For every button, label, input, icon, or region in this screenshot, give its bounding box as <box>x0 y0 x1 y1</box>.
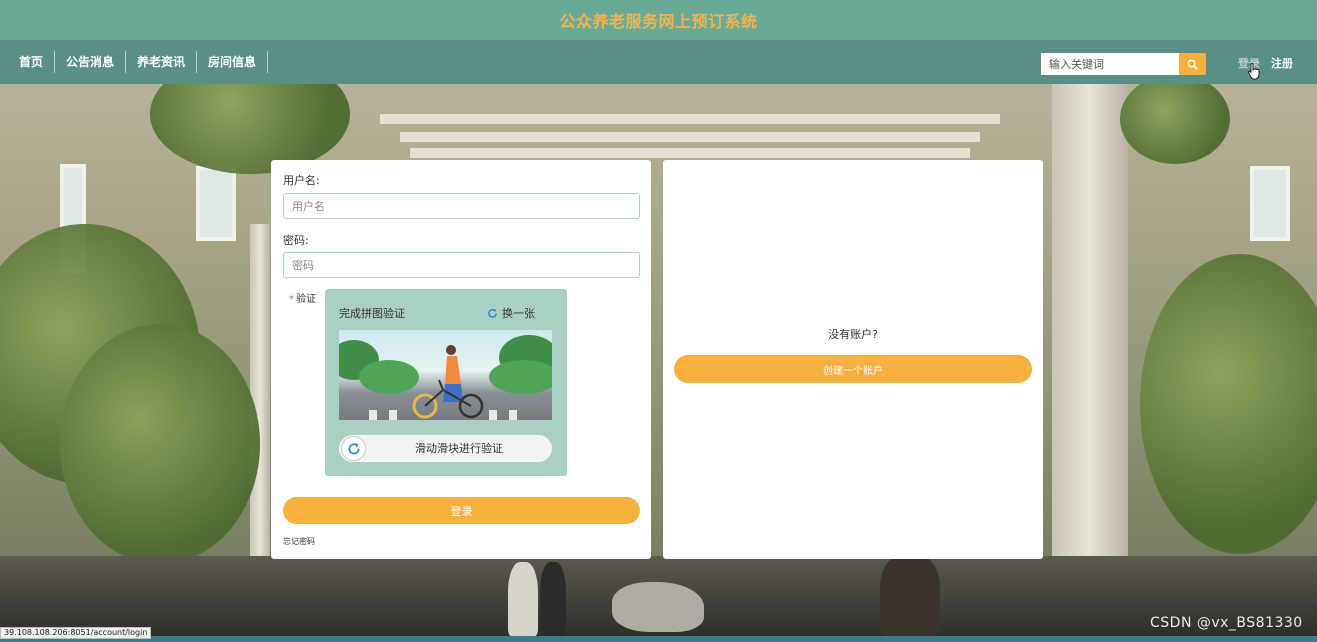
pillar <box>1052 84 1128 564</box>
watermark: CSDN @vx_BS81330 <box>1150 615 1303 631</box>
captcha-refresh-label: 换一张 <box>502 307 535 320</box>
cyclist-illustration <box>412 345 484 419</box>
window <box>196 166 236 241</box>
nav-item-home[interactable]: 首页 <box>8 51 56 73</box>
search-input[interactable] <box>1041 53 1179 75</box>
tree <box>1140 254 1317 554</box>
create-account-button[interactable]: 创建一个账户 <box>674 355 1032 383</box>
search-button[interactable] <box>1179 53 1206 75</box>
verify-label-text: 验证 <box>296 294 316 305</box>
nav-register-link[interactable]: 注册 <box>1271 53 1293 75</box>
search-icon <box>1187 59 1198 70</box>
password-input[interactable] <box>283 252 640 278</box>
search-box <box>1041 53 1206 75</box>
pergola-beam <box>410 148 970 158</box>
password-label: 密码: <box>283 234 309 247</box>
tree <box>489 360 552 394</box>
captcha-slider-handle[interactable] <box>341 436 366 461</box>
login-card: 用户名: 密码: *验证 完成拼图验证 换一张 <box>271 160 651 559</box>
pillar <box>250 224 270 564</box>
crosswalk-stripe <box>369 410 377 420</box>
required-star: * <box>289 294 294 305</box>
captcha-refresh-button[interactable]: 换一张 <box>487 305 535 321</box>
forgot-password-link[interactable]: 忘记密码 <box>283 536 315 547</box>
window <box>1250 166 1290 241</box>
bottom-strip <box>0 636 1317 642</box>
nav-bar: 首页 公告消息 养老资讯 房间信息 登录 注册 <box>0 40 1317 84</box>
tree <box>60 324 260 564</box>
hand-cursor-icon <box>1248 63 1260 80</box>
username-label: 用户名: <box>283 174 320 187</box>
tree <box>1120 84 1230 164</box>
caregiver-person <box>540 562 566 636</box>
garden-rock <box>612 582 704 632</box>
refresh-icon <box>348 442 359 454</box>
title-bar: 公众养老服务网上预订系统 <box>0 0 1317 40</box>
nav-menu: 首页 公告消息 养老资讯 房间信息 <box>8 40 269 84</box>
verify-label: * 验证 <box>289 290 316 305</box>
elderly-person <box>508 562 538 636</box>
nav-item-announcements[interactable]: 公告消息 <box>55 51 127 73</box>
crosswalk-stripe <box>509 410 517 420</box>
puzzle-captcha: 完成拼图验证 换一张 滑动滑块进行验证 <box>325 289 567 476</box>
login-button[interactable]: 登录 <box>283 497 640 524</box>
captcha-slider-track: 滑动滑块进行验证 <box>339 435 552 462</box>
no-account-text: 没有账户? <box>828 328 878 341</box>
captcha-puzzle-image <box>339 330 552 420</box>
crosswalk-stripe <box>389 410 397 420</box>
browser-status-url: 39.108.108.206:8051/account/login <box>0 627 152 639</box>
crosswalk-stripe <box>489 410 497 420</box>
username-input[interactable] <box>283 193 640 219</box>
nav-item-elderly-news[interactable]: 养老资讯 <box>126 51 198 73</box>
nav-item-room-info[interactable]: 房间信息 <box>197 51 269 73</box>
seated-person <box>880 554 940 636</box>
captcha-title: 完成拼图验证 <box>339 307 405 320</box>
pergola-beam <box>400 132 980 142</box>
captcha-slider-text: 滑动滑块进行验证 <box>415 442 503 455</box>
background-photo <box>0 84 1317 636</box>
register-card: 没有账户? 创建一个账户 <box>663 160 1043 559</box>
site-title: 公众养老服务网上预订系统 <box>559 12 758 31</box>
refresh-icon <box>488 308 497 318</box>
pergola-beam <box>380 114 1000 124</box>
